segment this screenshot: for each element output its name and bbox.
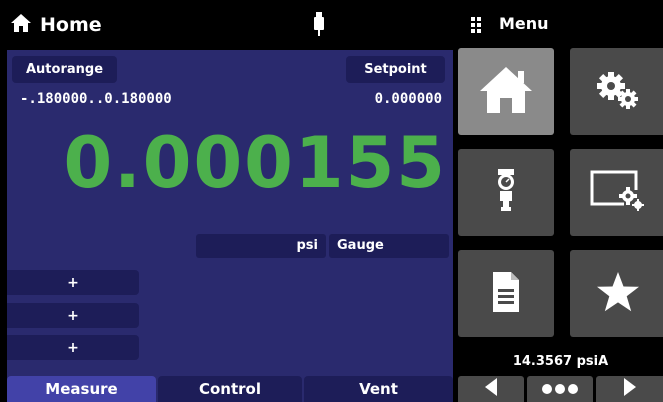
unit-selector[interactable]: psi: [196, 234, 326, 258]
home-tile[interactable]: [458, 48, 554, 135]
top-bar: Home Menu: [0, 0, 663, 50]
autorange-button[interactable]: Autorange: [12, 56, 117, 83]
star-icon: [596, 271, 640, 317]
settings-tile[interactable]: [570, 48, 663, 135]
usb-icon: [313, 12, 325, 42]
document-icon: [491, 271, 521, 316]
setpoint-button[interactable]: Setpoint: [346, 56, 445, 83]
mode-selector[interactable]: Gauge: [329, 234, 449, 258]
add-widget-button[interactable]: +: [7, 270, 139, 295]
main-panel: Autorange Setpoint -.180000..0.180000 0.…: [7, 50, 453, 402]
home-title: Home: [10, 12, 102, 38]
previous-page-button[interactable]: [458, 376, 524, 402]
pressure-reading: 0.000155: [63, 122, 447, 204]
sensor-tile[interactable]: [458, 149, 554, 236]
left-arrow-icon: [484, 378, 498, 400]
next-page-button[interactable]: [596, 376, 663, 402]
right-arrow-icon: [623, 378, 637, 400]
menu-title: Menu: [499, 14, 549, 33]
gears-icon: [595, 70, 641, 114]
setpoint-value[interactable]: 0.000000: [375, 91, 442, 107]
barometer-reading: 14.3567 psiA: [512, 354, 609, 369]
mode-label: Gauge: [337, 238, 384, 253]
home-icon: [10, 13, 32, 37]
tab-measure[interactable]: Measure: [7, 376, 156, 402]
display-settings-tile[interactable]: [570, 149, 663, 236]
display-settings-icon: [590, 170, 646, 216]
unit-label: psi: [296, 238, 319, 253]
tab-bar: Measure Control Vent: [7, 376, 453, 402]
add-widget-button[interactable]: +: [7, 303, 139, 328]
document-tile[interactable]: [458, 250, 554, 337]
tab-vent[interactable]: Vent: [304, 376, 453, 402]
sensor-icon: [494, 168, 518, 217]
menu-header: Menu: [471, 14, 549, 33]
home-icon: [478, 65, 534, 119]
page-title: Home: [40, 14, 102, 36]
range-value: -.180000..0.180000: [20, 91, 172, 107]
tab-control[interactable]: Control: [158, 376, 302, 402]
page-dots-icon: [542, 384, 578, 394]
grip-icon: [471, 16, 481, 33]
page-indicator[interactable]: [527, 376, 593, 402]
add-widget-button[interactable]: +: [7, 335, 139, 360]
favorites-tile[interactable]: [570, 250, 663, 337]
